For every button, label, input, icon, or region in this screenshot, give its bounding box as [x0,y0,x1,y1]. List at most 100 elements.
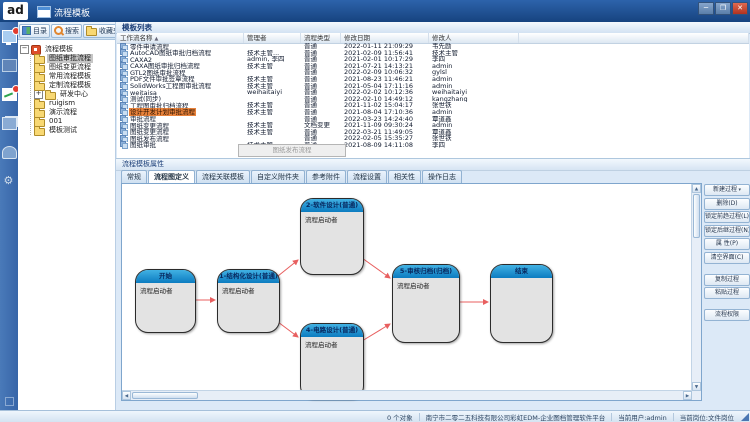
tree-item-label: 图纸审批流程 [47,54,93,63]
tab-5[interactable]: 流程设置 [347,170,387,183]
tab-1[interactable]: 流程图定义 [148,170,195,183]
tree-item[interactable]: 常用流程模板 [34,72,113,81]
flow-canvas[interactable]: 开始流程启动者 1-结构化设计(普通)流程启动者 2-软件设计(普通)流程启动者 4-… [121,183,702,401]
process-permission-button[interactable]: 流程权限 [704,309,750,321]
users-icon[interactable] [2,146,17,159]
tree-root-label: 流程模板 [43,45,75,54]
tab-3[interactable]: 自定义附件夹 [251,170,305,183]
flow-node-3[interactable]: 4-电路设计(普通)流程启动者 [300,323,364,399]
table-cell: 普通 [301,76,341,83]
new-process-button[interactable]: 新建过程 ▾ [704,184,750,196]
table-cell: 文档变更 [301,122,341,129]
current-user-label: 当前用户:admin [618,412,667,422]
folder-tree: − 流程模板 图纸审批流程图纸变更流程常用流程模板定制流程模板+ 研发中心ruig… [18,40,115,140]
table-cell: 2021-02-01 10:17:29 [341,56,429,63]
tree-item-label: 演示流程 [47,108,79,117]
table-cell: 2022-01-11 21:09:29 [341,43,429,50]
tab-6[interactable]: 相关性 [388,170,421,183]
tab-2[interactable]: 流程关联模板 [196,170,250,183]
tree-item[interactable]: 图纸变更流程 [34,63,113,72]
table-cell: 2021-11-02 15:04:17 [341,102,429,109]
table-cell: 2022-03-23 14:24:40 [341,116,429,123]
drag-ghost-label: 图纸发布流程 [238,144,346,157]
tree-item[interactable]: ruigism [34,99,113,108]
flow-node-owner: 流程启动者 [301,212,363,226]
column-header-filler [519,33,749,43]
tree-item[interactable]: 演示流程 [34,108,113,117]
table-cell: 普通 [301,63,341,70]
delete-button[interactable]: 删除(D) [704,198,750,210]
lock-predecessor-button[interactable]: 锁定前趋过程(L) [704,211,750,223]
flow-node-title: 2-软件设计(普通) [301,199,363,212]
column-header[interactable]: 工作流名称▲ [117,33,244,43]
monitor-icon[interactable] [2,30,17,43]
table-cell: 普通 [301,102,341,109]
column-header[interactable]: 流程类型 [301,33,341,43]
tree-item[interactable]: 定制流程模板 [34,81,113,90]
chart-icon[interactable] [2,88,17,101]
rail-bottom-icon[interactable] [5,397,14,406]
table-cell: 李四 [429,56,519,63]
scroll-up-icon[interactable]: ▲ [692,184,701,193]
sidebar-tab-1[interactable]: 搜索 [51,24,82,38]
column-header[interactable]: 修改人 [429,33,519,43]
window-title: 流程模板 [54,6,90,19]
sidebar-tab-0[interactable]: 目录 [19,24,50,38]
table-cell: 2022-03-21 11:49:05 [341,129,429,136]
table-cell: 技术主管 [244,122,301,129]
table-cell: 2021-11-09 09:30:24 [341,122,429,129]
tab-7[interactable]: 操作日志 [422,170,462,183]
folder-icon [45,92,56,100]
tab-0[interactable]: 常规 [121,170,147,183]
scroll-right-icon[interactable]: ▶ [683,391,692,400]
tree-item[interactable]: + 研发中心 [34,90,113,99]
flow-node-4[interactable]: 5-审核归档(归档)流程启动者 [392,264,460,343]
column-header[interactable]: 修改日期 [341,33,429,43]
minimize-button[interactable]: ─ [698,2,714,15]
flow-node-2[interactable]: 2-软件设计(普通)流程启动者 [300,198,364,275]
collapse-icon[interactable]: − [20,45,29,54]
table-row[interactable]: 图纸审批技术主管...普通2021-08-09 14:11:08李四 [117,142,749,149]
flow-node-0[interactable]: 开始流程启动者 [135,269,196,333]
resize-grip[interactable] [741,413,749,421]
canvas-horizontal-scrollbar[interactable]: ◀ ▶ [122,390,692,400]
scroll-down-icon[interactable]: ▼ [692,382,701,391]
canvas-vertical-scrollbar[interactable]: ▲ ▼ [691,184,701,391]
tab-4[interactable]: 参考附件 [306,170,346,183]
scroll-left-icon[interactable]: ◀ [122,391,131,400]
column-header[interactable]: 管理者 [244,33,301,43]
folder-icon [34,83,45,91]
flow-node-owner [491,278,552,282]
properties-button[interactable]: 属 性(P) [704,238,750,250]
tree-root[interactable]: − 流程模板 [20,45,113,54]
paste-process-button[interactable]: 粘贴过程 [704,287,750,299]
table-cell: 2021-05-04 17:11:16 [341,83,429,90]
screen-icon[interactable] [2,59,17,72]
copy-icon[interactable] [2,117,17,130]
table-cell: 普通 [301,109,341,116]
tree-item[interactable]: 模板测试 [34,126,113,135]
clear-canvas-button[interactable]: 清空界面(C) [704,252,750,264]
tree-item[interactable]: 001 [34,117,113,126]
close-button[interactable]: ✕ [732,2,748,15]
left-rail [0,22,18,410]
horizontal-scroll-thumb[interactable] [132,392,198,399]
tree-item-label: 研发中心 [58,90,90,99]
table-cell: admin [429,122,519,129]
vertical-scroll-thumb[interactable] [693,194,700,238]
table-cell: 张世铁 [429,102,519,109]
table-cell: 技术主管 [244,83,301,90]
tree-item-label: 模板测试 [47,126,79,135]
flow-node-1[interactable]: 1-结构化设计(普通)流程启动者 [217,269,280,333]
lock-successor-button[interactable]: 锁定后继过程(N) [704,225,750,237]
flow-node-5[interactable]: 结束 [490,264,553,343]
maximize-button[interactable]: ❐ [715,2,731,15]
tree-item-label: ruigism [47,99,77,108]
copy-process-button[interactable]: 复制过程 [704,274,750,286]
expand-icon[interactable]: + [34,90,43,99]
table-cell: 2021-07-21 14:13:21 [341,63,429,70]
table-cell: 普通 [301,83,341,90]
table-cell: 普通 [301,50,341,57]
gear-icon[interactable] [3,175,16,186]
tree-item[interactable]: 图纸审批流程 [34,54,113,63]
